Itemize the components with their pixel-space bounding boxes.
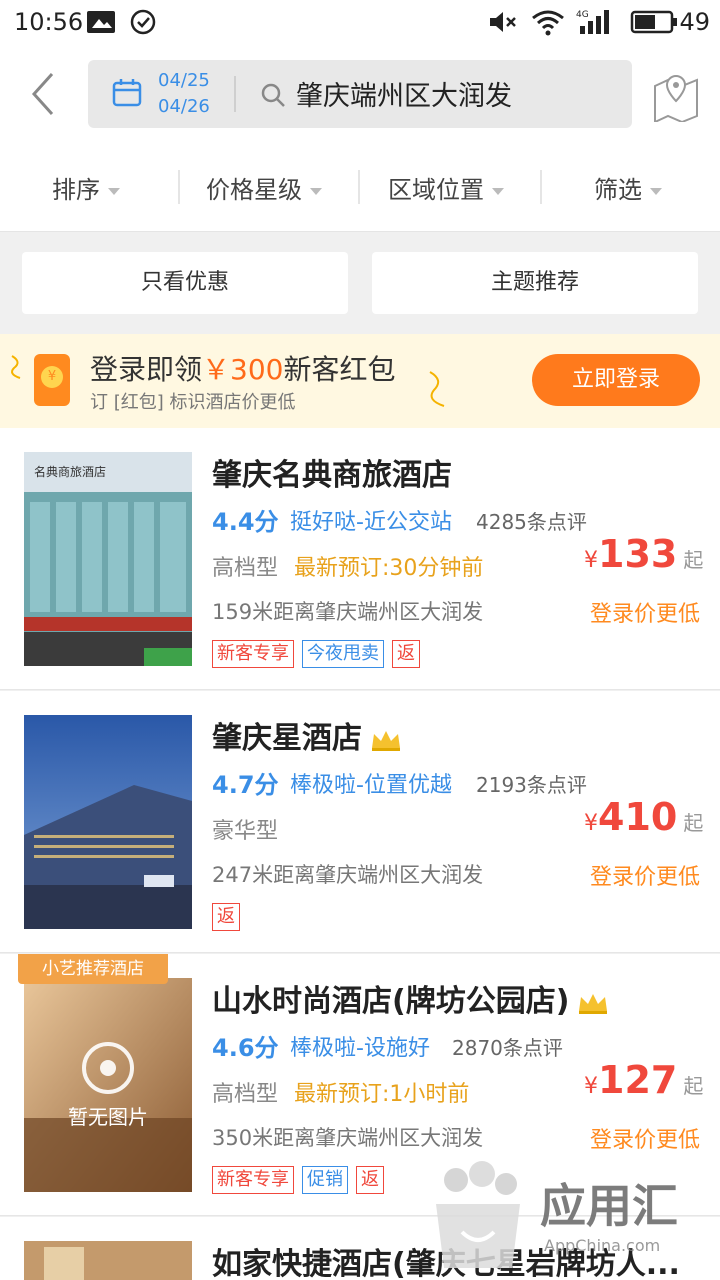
hotel-comment: 挺好哒-近公交站	[290, 510, 452, 535]
confetti-icon	[11, 355, 21, 379]
caret-down-icon	[650, 187, 662, 195]
crown-icon	[579, 993, 608, 1014]
red-envelope-icon: ¥	[34, 354, 70, 406]
hotel-recent-booking: 最新预订:30分钟前	[294, 556, 484, 581]
filter-label: 排序	[52, 176, 100, 204]
hotel-card[interactable]: 名典商旅酒店 肇庆名典商旅酒店 4.4分 挺好哒-近公交站 4285条点评 高档…	[0, 428, 720, 690]
promo-amount: ￥300	[202, 353, 284, 386]
hotel-price: ¥133 起	[584, 532, 704, 576]
tag-cashback: 返	[392, 640, 420, 668]
watermark-subtext: AppChina.com	[544, 1236, 661, 1255]
theme-recommend-button[interactable]: 主题推荐	[372, 252, 698, 314]
recommended-badge: 小艺推荐酒店	[18, 954, 168, 984]
tag-tonight-sale: 今夜甩卖	[302, 640, 384, 668]
hotel-card[interactable]: 肇庆星酒店 4.7分 棒极啦-位置优越 2193条点评 豪华型 ¥410 起 24…	[0, 691, 720, 953]
hotel-price: ¥127 起	[584, 1058, 704, 1102]
hotel-sign: 名典商旅酒店	[34, 464, 106, 479]
hotel-comment: 棒极啦-位置优越	[290, 773, 452, 798]
hotel-score: 4.6分	[212, 1034, 279, 1062]
confetti-icon	[429, 371, 445, 407]
hotel-name[interactable]: 肇庆名典商旅酒店	[212, 450, 452, 494]
hotel-recent-booking: 最新预订:1小时前	[294, 1082, 470, 1107]
promo-banner: ¥ 登录即领￥300新客红包 订 [红包] 标识酒店价更低 立即登录	[0, 334, 720, 428]
hotel-grade: 豪华型	[212, 819, 279, 844]
filter-price-star[interactable]: 价格星级	[206, 170, 322, 205]
hotel-reviews[interactable]: 2193条点评	[476, 769, 587, 798]
login-now-button[interactable]: 立即登录	[532, 354, 700, 406]
hotel-name[interactable]: 肇庆星酒店	[212, 713, 402, 757]
filter-area[interactable]: 区域位置	[388, 170, 504, 205]
photo-notification-icon	[87, 11, 115, 33]
check-out-date[interactable]: 04/26	[158, 96, 210, 117]
hotel-grade: 高档型	[212, 1082, 279, 1107]
tag-new-customer: 新客专享	[212, 1166, 294, 1194]
search-query[interactable]: 肇庆端州区大润发	[296, 74, 512, 113]
hotel-photo: 名典商旅酒店	[24, 452, 192, 666]
hotel-score: 4.4分	[212, 508, 279, 536]
hotel-reviews[interactable]: 2870条点评	[452, 1032, 563, 1061]
hotel-photo-placeholder: 暂无图片	[24, 978, 192, 1192]
check-circle-icon	[130, 9, 156, 35]
tag-cashback: 返	[356, 1166, 384, 1194]
filter-separator	[358, 170, 360, 204]
hotel-photo	[24, 715, 192, 929]
caret-down-icon	[108, 187, 120, 195]
filter-label: 筛选	[594, 176, 642, 204]
map-icon[interactable]	[652, 70, 700, 122]
status-bar: 10:56 4G 49	[0, 0, 720, 44]
search-icon	[261, 83, 285, 107]
filter-label: 区域位置	[388, 176, 484, 204]
filter-separator	[178, 170, 180, 204]
caret-down-icon	[310, 187, 322, 195]
tag-cashback: 返	[212, 903, 240, 931]
promo-title: 登录即领￥300新客红包	[90, 353, 396, 386]
no-image-text: 暂无图片	[68, 1105, 148, 1129]
filter-sort[interactable]: 排序	[52, 170, 120, 205]
caret-down-icon	[492, 187, 504, 195]
tag-promotion: 促销	[302, 1166, 348, 1194]
search-header: 04/25 04/26 肇庆端州区大润发	[0, 44, 720, 144]
mute-icon	[490, 12, 516, 32]
hotel-tags: 新客专享 促销 返	[212, 1166, 384, 1194]
appchina-watermark: 应用汇 AppChina.com	[420, 1150, 710, 1280]
back-arrow-icon[interactable]	[24, 70, 64, 118]
hotel-distance: 159米距离肇庆端州区大润发	[212, 600, 484, 624]
hotel-tags: 新客专享 今夜甩卖 返	[212, 640, 420, 668]
hotel-photo	[24, 1241, 192, 1280]
hotel-distance: 247米距离肇庆端州区大润发	[212, 863, 484, 887]
crown-icon	[372, 730, 400, 751]
login-price-link[interactable]: 登录价更低	[590, 859, 700, 891]
check-in-date[interactable]: 04/25	[158, 70, 210, 91]
cell-signal-icon: 4G	[576, 10, 609, 34]
hotel-reviews[interactable]: 4285条点评	[476, 506, 587, 535]
status-time: 10:56	[14, 8, 84, 36]
filter-more[interactable]: 筛选	[594, 170, 662, 205]
search-divider	[234, 76, 236, 112]
promo-subtitle: 订 [红包] 标识酒店价更低	[90, 392, 296, 413]
only-discount-button[interactable]: 只看优惠	[22, 252, 348, 314]
appchina-logo-icon	[436, 1161, 520, 1268]
search-box[interactable]: 04/25 04/26 肇庆端州区大润发	[88, 60, 632, 128]
login-price-link[interactable]: 登录价更低	[590, 596, 700, 628]
hotel-comment: 棒极啦-设施好	[290, 1036, 430, 1061]
hotel-tags: 返	[212, 903, 240, 931]
hotel-distance: 350米距离肇庆端州区大润发	[212, 1126, 484, 1150]
battery-icon	[630, 10, 677, 34]
filter-bar: 排序 价格星级 区域位置 筛选	[0, 144, 720, 232]
hotel-price: ¥410 起	[584, 795, 704, 839]
wifi-icon	[532, 10, 564, 36]
hotel-score: 4.7分	[212, 771, 279, 799]
hotel-name[interactable]: 山水时尚酒店(牌坊公园店)	[212, 976, 609, 1020]
hotel-grade: 高档型	[212, 556, 279, 581]
watermark-text: 应用汇	[540, 1179, 678, 1233]
battery-percent: 49	[679, 8, 710, 36]
tag-new-customer: 新客专享	[212, 640, 294, 668]
svg-text:4G: 4G	[576, 10, 589, 20]
filter-separator	[540, 170, 542, 204]
filter-label: 价格星级	[206, 176, 302, 204]
calendar-icon[interactable]	[112, 78, 142, 108]
